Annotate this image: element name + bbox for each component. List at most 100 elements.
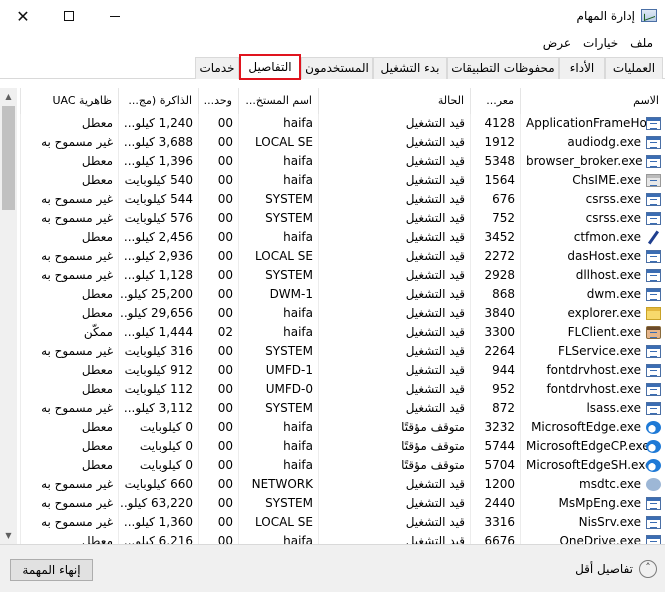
scroll-down-icon[interactable]: ▼ [0,527,17,544]
table-row[interactable]: FLService.exe 2264 قيد التشغيل SYSTEM 00 316 … [0,342,665,361]
scroll-up-icon[interactable]: ▲ [0,88,17,105]
column-header-uac[interactable]: ظاهرية UAC [20,88,118,114]
process-username: haifa [238,532,318,544]
title-bar[interactable]: ✕ إدارة المهام [0,0,665,32]
table-row[interactable]: ctfmon.exe 3452 قيد التشغيل haifa 00 2,456 كي… [0,228,665,247]
process-memory: 2,456 كيلو... [118,228,198,247]
process-status: قيد التشغيل [318,152,470,171]
maximize-icon [64,11,74,21]
process-pid: 1564 [470,171,520,190]
process-pid: 5348 [470,152,520,171]
end-task-button[interactable]: إنهاء المهمة [10,559,93,581]
process-memory: 316 كيلوبايت [118,342,198,361]
process-status: متوقف مؤقتًا [318,456,470,475]
scrollbar-thumb[interactable] [2,106,15,210]
table-header: ˄ الاسم معر... الحالة اسم المستخ... وحد.… [0,88,665,114]
process-name: ApplicationFrameHo [520,114,665,133]
process-username: NETWORK [238,475,318,494]
table-row[interactable]: dasHost.exe 2272 قيد التشغيل LOCAL SE 00 2,93… [0,247,665,266]
table-row[interactable]: MicrosoftEdgeCP.exe 5744 متوقف مؤقتًا haifa… [0,437,665,456]
process-uac: معطل [20,380,118,399]
process-pid: 868 [470,285,520,304]
table-row[interactable]: fontdrvhost.exe 944 قيد التشغيل UMFD-1 00 912… [0,361,665,380]
table-row[interactable]: ChsIME.exe 1564 قيد التشغيل haifa 00 540 كيلو… [0,171,665,190]
table-row[interactable]: FLClient.exe 3300 قيد التشغيل haifa 02 1,444 … [0,323,665,342]
tab-users[interactable]: المستخدمون [301,57,373,79]
table-row[interactable]: csrss.exe 676 قيد التشغيل SYSTEM 00 544 كيلوب… [0,190,665,209]
edge-icon [646,440,661,453]
table-row[interactable]: MicrosoftEdge.exe 3232 متوقف مؤقتًا haifa 00… [0,418,665,437]
table-row[interactable]: browser_broker.exe 5348 قيد التشغيل haifa 00… [0,152,665,171]
process-pid: 3232 [470,418,520,437]
process-uac: معطل [20,285,118,304]
column-header-cpu[interactable]: وحد... [198,88,238,114]
close-button[interactable]: ✕ [0,0,46,32]
process-cpu: 00 [198,114,238,133]
table-row[interactable]: audiodg.exe 1912 قيد التشغيل LOCAL SE 00 3,68… [0,133,665,152]
process-username: SYSTEM [238,399,318,418]
fewer-details-label: تفاصيل أقل [575,562,633,576]
column-header-name[interactable]: الاسم [520,88,665,114]
process-cpu: 00 [198,361,238,380]
process-name-text: MicrosoftEdgeSH.exe [526,458,653,472]
process-cpu: 00 [198,494,238,513]
menu-file[interactable]: ملف [624,36,659,50]
tab-app-history[interactable]: محفوظات التطبيقات [447,57,559,79]
process-status: قيد التشغيل [318,532,470,544]
table-row[interactable]: MicrosoftEdgeSH.exe 5704 متوقف مؤقتًا haifa… [0,456,665,475]
process-uac: معطل [20,361,118,380]
table-row[interactable]: explorer.exe 3840 قيد التشغيل haifa 00 29,656… [0,304,665,323]
column-header-pid[interactable]: معر... [470,88,520,114]
table-row[interactable]: lsass.exe 872 قيد التشغيل SYSTEM 00 3,112 كيل… [0,399,665,418]
process-name-text: dwm.exe [586,287,641,301]
face-icon [646,326,661,339]
maximize-button[interactable] [46,0,92,32]
process-name: MicrosoftEdgeCP.exe [520,437,665,456]
process-cpu: 00 [198,342,238,361]
process-uac: معطل [20,418,118,437]
process-status: قيد التشغيل [318,380,470,399]
tab-processes[interactable]: العمليات [605,57,663,79]
table-body: ApplicationFrameHo 4128 قيد التشغيل haifa 00… [0,114,665,544]
process-name: csrss.exe [520,190,665,209]
table-row[interactable]: ApplicationFrameHo 4128 قيد التشغيل haifa 00… [0,114,665,133]
table-row[interactable]: OneDrive.exe 6676 قيد التشغيل haifa 00 6,216 … [0,532,665,544]
column-header-memory[interactable]: الذاكرة (مج... [118,88,198,114]
process-pid: 3316 [470,513,520,532]
process-username: haifa [238,114,318,133]
column-header-username[interactable]: اسم المستخ... [238,88,318,114]
process-memory: 1,360 كيلو... [118,513,198,532]
process-cpu: 00 [198,133,238,152]
table-row[interactable]: MsMpEng.exe 2440 قيد التشغيل SYSTEM 00 63,220… [0,494,665,513]
process-name-text: msdtc.exe [579,477,641,491]
process-username: haifa [238,304,318,323]
tab-details[interactable]: التفاصيل [239,54,301,80]
process-memory: 112 كيلوبايت [118,380,198,399]
process-name: MicrosoftEdgeSH.exe [520,456,665,475]
app-window-icon [646,117,661,130]
tab-startup[interactable]: بدء التشغيل [373,57,447,79]
menu-view[interactable]: عرض [537,36,577,50]
table-row[interactable]: csrss.exe 752 قيد التشغيل SYSTEM 00 576 كيلوب… [0,209,665,228]
tab-performance[interactable]: الأداء [559,57,605,79]
app-window-icon [646,212,661,225]
process-cpu: 00 [198,418,238,437]
process-status: متوقف مؤقتًا [318,418,470,437]
fewer-details-toggle[interactable]: ˄ تفاصيل أقل [575,560,657,578]
process-name-text: fontdrvhost.exe [546,382,641,396]
process-uac: معطل [20,171,118,190]
close-icon: ✕ [16,6,30,26]
table-row[interactable]: NisSrv.exe 3316 قيد التشغيل LOCAL SE 00 1,360… [0,513,665,532]
minimize-button[interactable] [92,0,138,32]
vertical-scrollbar[interactable]: ▲ ▼ [0,88,17,544]
tab-services[interactable]: خدمات [195,57,239,79]
table-row[interactable]: dwm.exe 868 قيد التشغيل DWM-1 00 25,200 كيلو.… [0,285,665,304]
table-row[interactable]: dllhost.exe 2928 قيد التشغيل SYSTEM 00 1,128 … [0,266,665,285]
table-row[interactable]: fontdrvhost.exe 952 قيد التشغيل UMFD-0 00 112… [0,380,665,399]
process-uac: معطل [20,456,118,475]
table-row[interactable]: msdtc.exe 1200 قيد التشغيل NETWORK 00 660 كيل… [0,475,665,494]
process-memory: 1,396 كيلو... [118,152,198,171]
column-header-status[interactable]: الحالة [318,88,470,114]
menu-options[interactable]: خيارات [577,36,624,50]
app-window-icon [646,516,661,529]
